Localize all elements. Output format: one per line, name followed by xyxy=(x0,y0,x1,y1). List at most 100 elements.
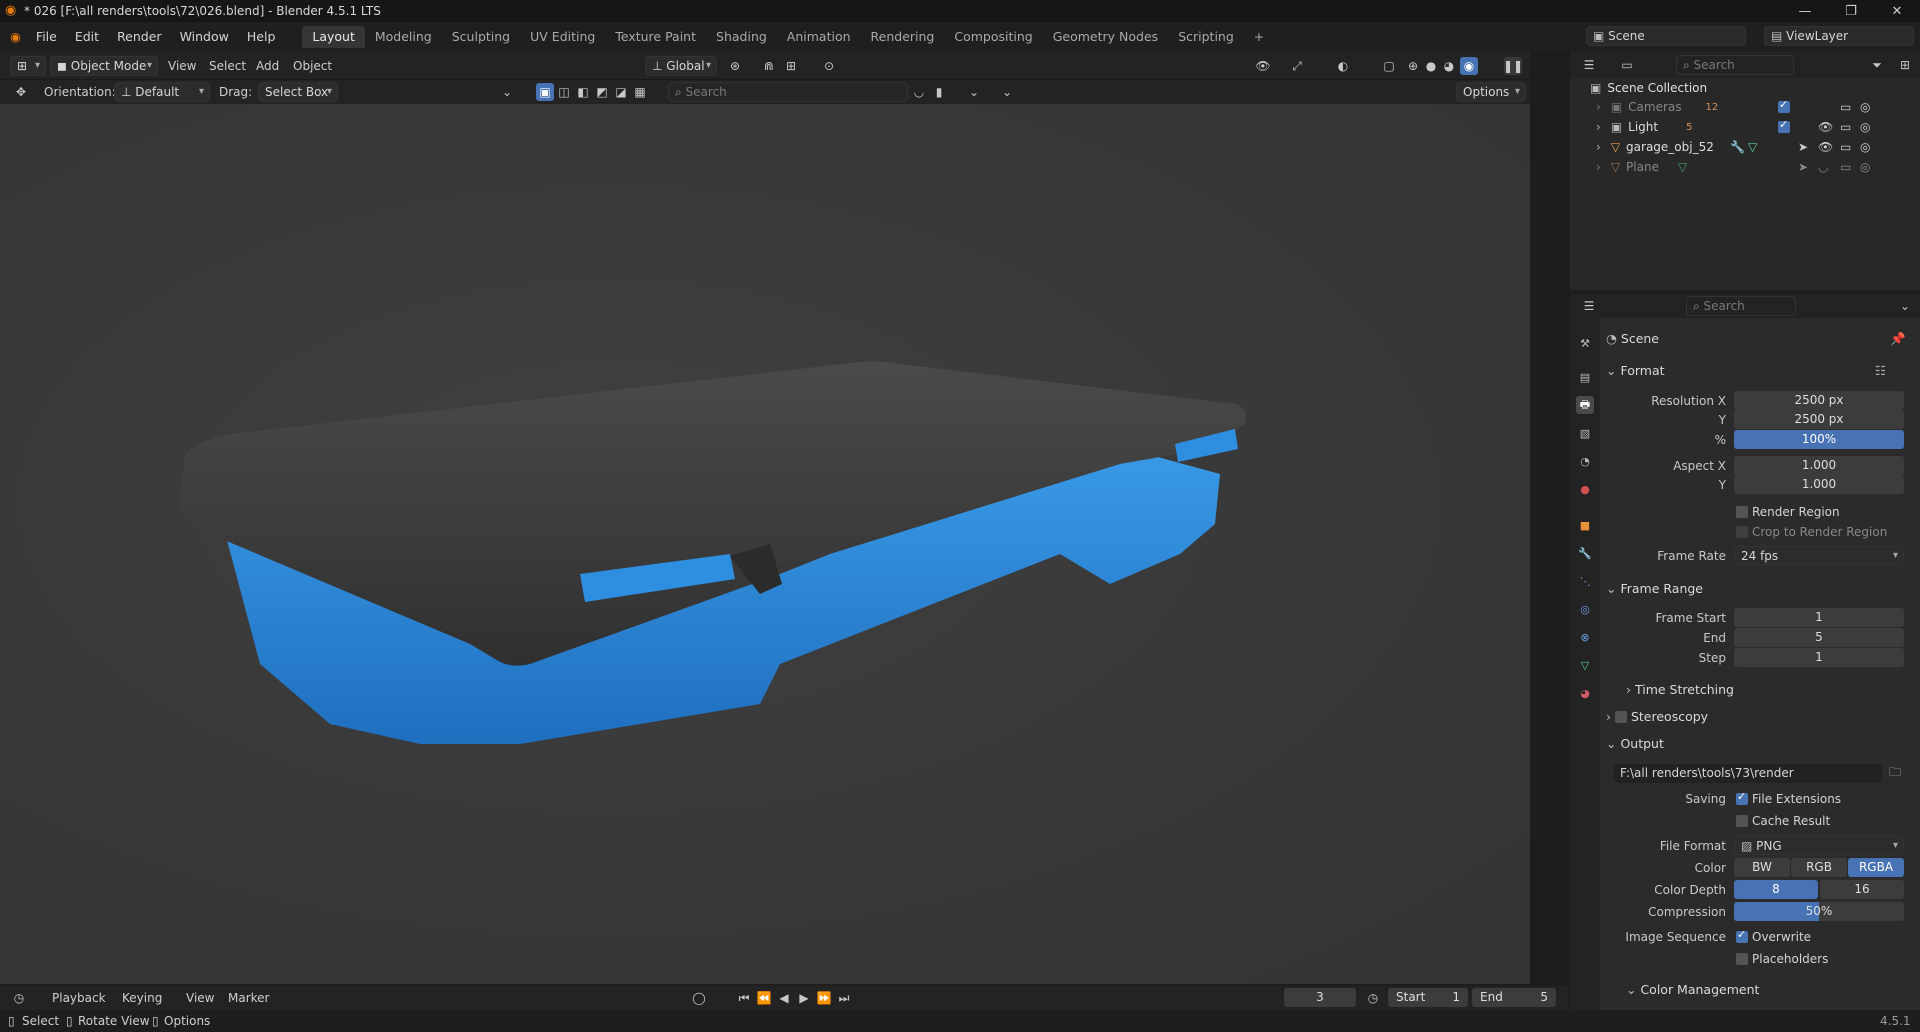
frame-start-field[interactable]: 1 xyxy=(1734,608,1904,627)
bookmark-icon[interactable]: ▮ xyxy=(930,83,948,101)
timeline-menu-marker[interactable]: Marker xyxy=(228,988,269,1008)
outliner-item[interactable]: › ▣ Light 5 👁 ▭ ◎ xyxy=(1570,117,1920,137)
menu-render[interactable]: Render xyxy=(108,26,171,48)
timeline-menu-view[interactable]: View xyxy=(186,988,214,1008)
color-bw-button[interactable]: BW xyxy=(1734,858,1790,877)
jump-keyframe-back-icon[interactable]: ⏪ xyxy=(755,989,773,1007)
solid-shading-icon[interactable]: ● xyxy=(1422,57,1440,75)
blender-menu-icon[interactable]: ◉ xyxy=(0,26,27,48)
pin-icon[interactable]: 📌 xyxy=(1890,328,1906,350)
depth-16-button[interactable]: 16 xyxy=(1820,880,1904,899)
expand-icon[interactable]: › xyxy=(1596,140,1601,154)
render-tab-icon[interactable]: ▤ xyxy=(1576,368,1594,386)
minimize-icon[interactable]: — xyxy=(1782,0,1828,22)
outliner-item[interactable]: › ▽ garage_obj_52 🔧 ▽ ➤ 👁 ▭ ◎ xyxy=(1570,137,1920,157)
outliner-editor-icon[interactable]: ☰ xyxy=(1580,56,1598,74)
view-layer-selector[interactable]: ▤ ViewLayer xyxy=(1764,26,1914,46)
visibility-icon[interactable]: 👁 xyxy=(1254,57,1272,75)
expand-icon[interactable]: › xyxy=(1596,160,1601,174)
filter-icon[interactable]: ⏷ xyxy=(1868,56,1886,74)
menu-window[interactable]: Window xyxy=(171,26,238,48)
tab-texture-paint[interactable]: Texture Paint xyxy=(605,26,706,48)
tool-tab-icon[interactable]: ⚒ xyxy=(1576,334,1594,352)
file-extensions-checkbox[interactable] xyxy=(1736,790,1748,805)
stereoscopy-section-header[interactable]: › Stereoscopy xyxy=(1606,706,1912,728)
wireframe-shading-icon[interactable]: ⊕ xyxy=(1404,57,1422,75)
frame-end-field[interactable]: 5 xyxy=(1734,628,1904,647)
viewport-disable-icon[interactable]: ▭ xyxy=(1840,140,1851,154)
proportional-editing-icon[interactable]: ⊙ xyxy=(820,57,838,75)
resolution-y-field[interactable]: 2500 px xyxy=(1734,410,1904,429)
menu-file[interactable]: File xyxy=(27,26,66,48)
filter-icon[interactable]: ◡ xyxy=(910,83,928,101)
modifier-tab-icon[interactable]: 🔧 xyxy=(1576,544,1594,562)
compression-slider[interactable]: 50% xyxy=(1734,902,1904,921)
dropdown-chevron-icon[interactable]: ⌄ xyxy=(998,83,1016,101)
display-mode-icon[interactable]: ▭ xyxy=(1618,56,1636,74)
object-mode-dropdown[interactable]: ◼ Object Mode ▾ xyxy=(50,56,158,76)
outliner-item[interactable]: › ▽ Plane ▽ ➤ ◡ ▭ ◎ xyxy=(1570,157,1920,177)
snap-target-icon[interactable]: ⊞ xyxy=(782,57,800,75)
resolution-x-field[interactable]: 2500 px xyxy=(1734,391,1904,410)
options-dropdown[interactable]: Options ▾ xyxy=(1456,82,1526,102)
timeline-menu-playback[interactable]: Playback xyxy=(52,988,106,1008)
frame-range-section-header[interactable]: ⌄ Frame Range xyxy=(1606,578,1912,600)
select-subtract-icon[interactable]: ◧ xyxy=(574,83,592,101)
select-set-icon[interactable]: ▣ xyxy=(536,83,554,101)
tab-layout[interactable]: Layout xyxy=(302,26,365,48)
timeline-end-field[interactable]: End 5 xyxy=(1472,988,1556,1007)
aspect-x-field[interactable]: 1.000 xyxy=(1734,456,1904,475)
select-mode-icon[interactable]: ▦ xyxy=(631,83,649,101)
eye-closed-icon[interactable]: ◡ xyxy=(1818,160,1828,174)
particles-tab-icon[interactable]: ⋱ xyxy=(1576,572,1594,590)
restore-icon[interactable]: ❐ xyxy=(1828,0,1874,22)
editor-type-selector[interactable]: ⊞ ▾ xyxy=(10,56,46,76)
play-reverse-icon[interactable]: ◀ xyxy=(775,989,793,1007)
tab-geometry-nodes[interactable]: Geometry Nodes xyxy=(1043,26,1168,48)
xray-icon[interactable]: ▢ xyxy=(1380,57,1398,75)
menu-edit[interactable]: Edit xyxy=(66,26,108,48)
output-tab-icon[interactable]: 🖶 xyxy=(1576,396,1594,414)
frame-step-field[interactable]: 1 xyxy=(1734,648,1904,667)
snap-icon[interactable]: ⋒ xyxy=(760,57,778,75)
render-disable-icon[interactable]: ◎ xyxy=(1860,160,1870,174)
viewport-disable-icon[interactable]: ▭ xyxy=(1840,100,1851,114)
properties-editor-icon[interactable]: ☰ xyxy=(1580,297,1598,315)
orientation-dropdown[interactable]: ⊥ Default ▾ xyxy=(114,82,210,102)
tab-shading[interactable]: Shading xyxy=(706,26,777,48)
overlays-icon[interactable]: ◐ xyxy=(1334,57,1352,75)
chevron-down-icon[interactable]: ⌄ xyxy=(1896,297,1914,315)
jump-start-icon[interactable]: ⏮ xyxy=(735,989,753,1007)
timeline-start-field[interactable]: Start 1 xyxy=(1388,988,1468,1007)
outliner-root[interactable]: ▣ Scene Collection xyxy=(1570,78,1920,98)
folder-icon[interactable]: 🗀 xyxy=(1886,764,1904,782)
case-model[interactable] xyxy=(180,361,1247,744)
viewport-menu-view[interactable]: View xyxy=(168,56,196,76)
timeline-menu-keying[interactable]: Keying xyxy=(122,988,162,1008)
add-workspace-button[interactable]: + xyxy=(1244,26,1274,48)
output-section-header[interactable]: ⌄ Output xyxy=(1606,733,1912,755)
color-management-subpanel[interactable]: ⌄ Color Management xyxy=(1626,979,1920,1001)
outliner-search-input[interactable]: ⌕ Search xyxy=(1676,55,1794,75)
color-rgb-button[interactable]: RGB xyxy=(1791,858,1847,877)
cache-result-checkbox[interactable] xyxy=(1736,815,1748,827)
current-frame-field[interactable]: 3 xyxy=(1284,988,1356,1007)
material-shading-icon[interactable]: ◕ xyxy=(1440,57,1458,75)
viewport-disable-icon[interactable]: ▭ xyxy=(1840,160,1851,174)
material-tab-icon[interactable]: ◕ xyxy=(1576,684,1594,702)
menu-help[interactable]: Help xyxy=(238,26,285,48)
crop-region-checkbox[interactable] xyxy=(1736,526,1748,538)
aspect-y-field[interactable]: 1.000 xyxy=(1734,475,1904,494)
viewport-menu-add[interactable]: Add xyxy=(256,56,279,76)
viewport-menu-object[interactable]: Object xyxy=(293,56,332,76)
file-format-dropdown[interactable]: ▨ PNG ▾ xyxy=(1734,836,1904,855)
output-path-input[interactable]: F:\all renders\tools\73\render xyxy=(1614,764,1882,783)
tab-rendering[interactable]: Rendering xyxy=(861,26,945,48)
overwrite-checkbox[interactable] xyxy=(1736,928,1748,943)
tab-uv-editing[interactable]: UV Editing xyxy=(520,26,605,48)
expand-icon[interactable]: › xyxy=(1596,100,1601,114)
timeline-editor-icon[interactable]: ◷ xyxy=(10,989,28,1007)
tab-scripting[interactable]: Scripting xyxy=(1168,26,1244,48)
properties-search-input[interactable]: ⌕ Search xyxy=(1686,296,1796,316)
stereoscopy-checkbox[interactable] xyxy=(1614,711,1627,723)
